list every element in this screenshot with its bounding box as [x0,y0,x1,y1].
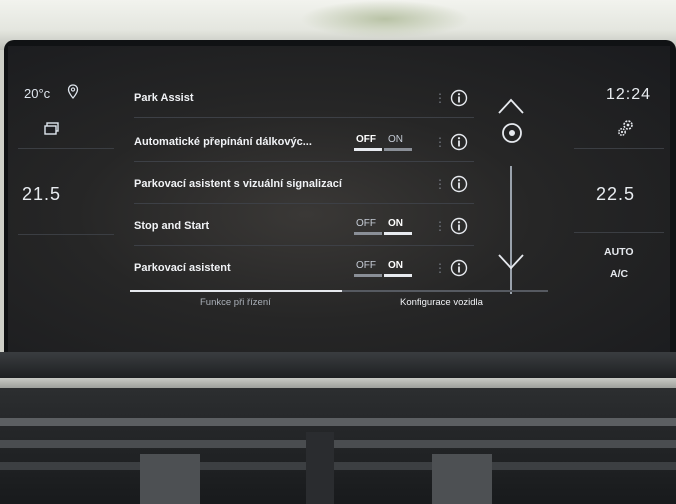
toggle-on-label: ON [388,134,403,145]
tab-indicator-active [130,290,342,292]
toggle-bar-off [354,274,382,277]
tab-vehicle-config[interactable]: Konfigurace vozidla [400,297,483,308]
left-divider-top [18,148,114,149]
silver-trim [0,378,676,388]
menu-row-stop-and-start[interactable]: Stop and Start OFF ON ⋮ [134,210,474,246]
menu-row-park-assist[interactable]: Park Assist ⋮ [134,82,474,118]
row-separator: ⋮ [434,177,446,191]
driver-temp[interactable]: 21.5 [22,184,61,205]
toggle-bar-off [354,148,382,151]
toggle-bar-off [354,232,382,235]
toggle-bar-on [384,274,412,277]
row-label: Parkovací asistent s vizuální signalizac… [134,178,342,190]
row-label: Parkovací asistent [134,262,231,274]
menu-row-auto-high-beam[interactable]: Automatické přepínání dálkovýc... OFF ON… [134,126,474,162]
row-divider [134,161,474,162]
info-icon[interactable] [450,259,468,277]
row-divider [134,117,474,118]
clock: 12:24 [606,86,652,103]
dashboard-trim [0,352,676,378]
high-beam-toggle[interactable]: OFF ON [354,134,414,152]
tab-driving-functions[interactable]: Funkce při řízení [200,297,271,308]
row-separator: ⋮ [434,135,446,149]
toggle-on-label: ON [388,218,403,229]
vent-knob [432,454,492,504]
toggle-off-label: OFF [356,260,376,271]
outside-temperature: 20°c [24,86,50,101]
chevron-up-icon[interactable] [496,96,526,116]
row-label: Park Assist [134,92,194,104]
menu-row-parking-assist[interactable]: Parkovací asistent OFF ON ⋮ [134,252,474,288]
scroll-thumb[interactable] [501,122,523,144]
auto-button[interactable]: AUTO [604,246,634,258]
scroll-track[interactable] [510,166,512,294]
toggle-off-label: OFF [356,218,376,229]
toggle-bar-on [384,148,412,151]
row-separator: ⋮ [434,91,446,105]
row-separator: ⋮ [434,261,446,275]
info-icon[interactable] [450,175,468,193]
right-divider-bottom [574,232,664,233]
row-label: Automatické přepínání dálkovýc... [134,136,312,148]
background-foliage [300,0,470,38]
center-console [0,388,676,504]
row-separator: ⋮ [434,219,446,233]
parking-assist-toggle[interactable]: OFF ON [354,260,414,278]
chevron-down-icon[interactable] [496,252,526,272]
toggle-on-label: ON [388,260,403,271]
vent-slat [0,462,676,470]
info-icon[interactable] [450,133,468,151]
vent-divider [306,432,334,504]
infotainment-screen: 20°c 21.5 Park Assist ⋮ Automatické přep… [8,46,670,352]
stop-start-toggle[interactable]: OFF ON [354,218,414,236]
gears-icon[interactable] [616,118,636,138]
row-divider [134,203,474,204]
vent-slat [0,418,676,426]
left-divider-bottom [18,234,114,235]
info-icon[interactable] [450,89,468,107]
vent-knob [140,454,200,504]
location-pin-icon [67,84,79,99]
menu-row-visual-parking-assist[interactable]: Parkovací asistent s vizuální signalizac… [134,168,474,204]
windows-icon[interactable] [44,122,60,136]
ac-button[interactable]: A/C [610,268,628,280]
right-divider-top [574,148,664,149]
tab-indicator-inactive [342,290,548,292]
vent-slat [0,440,676,448]
row-label: Stop and Start [134,220,210,232]
info-icon[interactable] [450,217,468,235]
passenger-temp[interactable]: 22.5 [596,184,635,205]
outside-temp-value: 20°c [24,86,51,101]
toggle-bar-on [384,232,412,235]
toggle-off-label: OFF [356,134,376,145]
row-divider [134,245,474,246]
